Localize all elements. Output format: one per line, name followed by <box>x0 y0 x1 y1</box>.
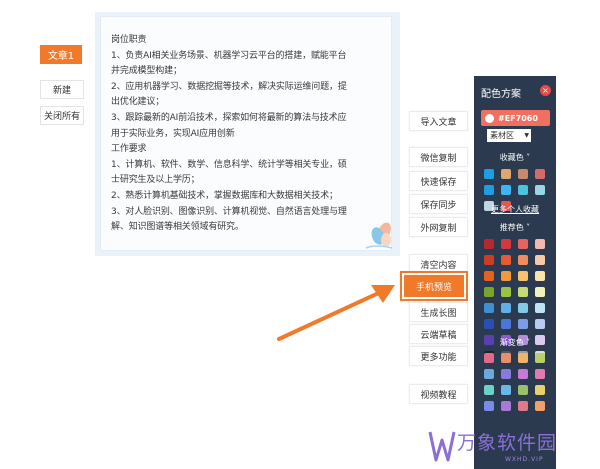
color-swatch[interactable] <box>518 319 528 329</box>
color-swatch[interactable] <box>535 169 545 179</box>
color-swatch[interactable] <box>535 303 545 313</box>
color-swatch[interactable] <box>501 369 511 379</box>
color-swatch[interactable] <box>518 255 528 265</box>
wechat-copy-button[interactable]: 微信复制 <box>409 147 468 167</box>
color-swatch[interactable] <box>501 287 511 297</box>
close-icon[interactable]: × <box>540 85 551 96</box>
color-scheme-panel: 配色方案 × #EF7060 素材区 ▼ 收藏色 ˅ 更多个人收藏 推荐色 ˅ … <box>474 76 556 469</box>
color-swatch[interactable] <box>535 385 545 395</box>
gradient-section-title[interactable]: 渐变色 ˅ <box>474 337 556 348</box>
color-swatch[interactable] <box>484 271 494 281</box>
watermark-text: 万象软件园 <box>457 432 558 454</box>
color-swatch[interactable] <box>484 401 494 411</box>
color-swatch[interactable] <box>501 239 511 249</box>
color-swatch[interactable] <box>484 169 494 179</box>
editor-content[interactable]: 岗位职责 1、负责AI相关业务场景、机器学习云平台的搭建，赋能平台 并完成模型构… <box>100 16 392 251</box>
save-sync-button[interactable]: 保存同步 <box>409 194 468 214</box>
color-swatch[interactable] <box>518 303 528 313</box>
editor-line: 岗位职责 <box>111 35 147 45</box>
color-swatch[interactable] <box>484 239 494 249</box>
color-swatch[interactable] <box>518 169 528 179</box>
color-swatch[interactable] <box>518 239 528 249</box>
color-swatch[interactable] <box>535 353 545 363</box>
color-swatch[interactable] <box>501 169 511 179</box>
color-swatch[interactable] <box>501 319 511 329</box>
editor-line: 用于实际业务，实现AI应用创新 <box>111 128 235 139</box>
color-swatch[interactable] <box>501 353 511 363</box>
color-swatch[interactable] <box>484 255 494 265</box>
editor-line: 士研究生及以上学历； <box>111 175 200 186</box>
color-swatch[interactable] <box>518 369 528 379</box>
color-swatch[interactable] <box>501 401 511 411</box>
new-button[interactable]: 新建 <box>40 80 84 99</box>
editor-line: 3、跟踪最新的AI前沿技术，探索如何将最新的算法与技术应 <box>111 112 347 123</box>
color-dot-icon <box>485 113 494 123</box>
color-swatch[interactable] <box>501 303 511 313</box>
color-swatch[interactable] <box>484 303 494 313</box>
hex-value: #EF7060 <box>498 113 538 123</box>
color-swatch[interactable] <box>484 287 494 297</box>
article-tab[interactable]: 文章1 <box>40 45 82 64</box>
color-swatch[interactable] <box>535 369 545 379</box>
editor-line: 并完成模型构建； <box>111 66 182 77</box>
color-swatch[interactable] <box>501 385 511 395</box>
more-features-button[interactable]: 更多功能 <box>409 346 468 366</box>
color-swatch[interactable] <box>535 271 545 281</box>
editor-line: 解、知识图谱等相关领域有研究。 <box>111 222 244 233</box>
color-swatch[interactable] <box>484 185 494 195</box>
color-swatch[interactable] <box>501 255 511 265</box>
editor-line: 1、计算机、软件、数学、信息科学、统计学等相关专业，硕 <box>111 159 347 170</box>
color-swatch[interactable] <box>518 401 528 411</box>
color-swatch[interactable] <box>518 271 528 281</box>
editor-line: 2、应用机器学习、数据挖掘等技术，解决实际运维问题，提 <box>111 81 347 92</box>
chevron-down-icon: ▼ <box>524 132 529 139</box>
import-article-button[interactable]: 导入文章 <box>409 111 468 131</box>
color-swatch[interactable] <box>518 287 528 297</box>
color-swatch[interactable] <box>484 369 494 379</box>
color-swatch[interactable] <box>501 271 511 281</box>
close-all-button[interactable]: 关闭所有 <box>40 106 84 125</box>
pointer-arrow-icon <box>277 285 395 341</box>
editor-line: 1、负责AI相关业务场景、机器学习云平台的搭建，赋能平台 <box>111 50 347 61</box>
favorites-section-title[interactable]: 收藏色 ˅ <box>474 152 556 163</box>
editor-line: 2、熟悉计算机基础技术，掌握数据库和大数据相关技术； <box>111 190 338 201</box>
color-swatch[interactable] <box>484 353 494 363</box>
color-swatch[interactable] <box>518 385 528 395</box>
editor-line: 3、对人脸识别、图像识别、计算机视觉、自然语言处理与理 <box>111 206 347 217</box>
editor-line: 出优化建议； <box>111 97 165 108</box>
color-swatch[interactable] <box>501 185 511 195</box>
hex-color-field[interactable]: #EF7060 <box>481 110 550 126</box>
color-swatch[interactable] <box>535 287 545 297</box>
more-favorites-link[interactable]: 更多个人收藏 <box>474 204 556 215</box>
color-swatch[interactable] <box>518 185 528 195</box>
editor-line: 工作要求 <box>111 144 147 155</box>
material-select-value: 素材区 <box>490 131 514 140</box>
mobile-preview-button[interactable]: 手机预览 <box>400 271 468 301</box>
external-copy-button[interactable]: 外网复制 <box>409 217 468 237</box>
color-swatch[interactable] <box>535 255 545 265</box>
quick-save-button[interactable]: 快速保存 <box>409 171 468 191</box>
mobile-preview-label: 手机预览 <box>404 275 464 297</box>
video-tutorial-button[interactable]: 视频教程 <box>409 384 468 404</box>
color-swatch[interactable] <box>484 319 494 329</box>
material-select[interactable]: 素材区 ▼ <box>487 129 531 142</box>
recommended-section-title[interactable]: 推荐色 ˅ <box>474 222 556 233</box>
color-swatch[interactable] <box>484 385 494 395</box>
color-swatch[interactable] <box>535 185 545 195</box>
panel-title: 配色方案 <box>481 89 521 100</box>
color-swatch[interactable] <box>518 353 528 363</box>
color-swatch[interactable] <box>535 401 545 411</box>
cloud-draft-button[interactable]: 云端草稿 <box>409 324 468 344</box>
watermark-subtext: WXHD.VIP <box>505 456 544 463</box>
color-swatch[interactable] <box>535 239 545 249</box>
generate-long-image-button[interactable]: 生成长图 <box>409 302 468 322</box>
decorative-flower-icon <box>365 222 393 249</box>
color-swatch[interactable] <box>535 319 545 329</box>
